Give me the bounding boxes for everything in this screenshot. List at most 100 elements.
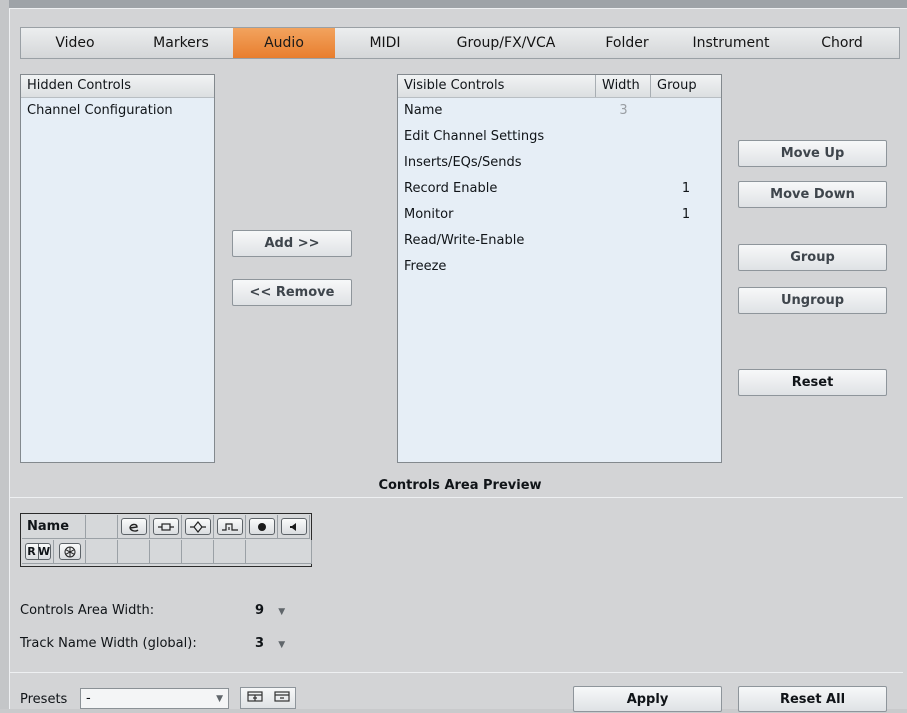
tab-audio[interactable]: Audio [233,28,335,58]
preview-name-label: Name [27,519,70,534]
inserts-icon [152,518,179,535]
read-enable-icon: R [24,543,38,560]
row-group[interactable] [651,228,721,254]
tab-folder[interactable]: Folder [577,28,677,58]
write-enable-icon: W [37,543,51,560]
controls-area-preview: Name RW [20,513,312,567]
preview-cell: RW [22,540,54,564]
preview-row-1: Name [22,515,310,539]
reset-button[interactable]: Reset [738,369,887,396]
column-header-group[interactable]: Group [651,75,721,97]
table-row[interactable]: Inserts/EQs/Sends [398,150,721,176]
preview-cell [246,515,278,539]
freeze-icon [58,543,81,560]
preview-empty-cell [86,515,118,539]
reset-all-button[interactable]: Reset All [738,686,887,712]
row-width[interactable] [596,202,651,228]
edit-channel-icon [120,518,147,535]
presets-dropdown[interactable]: - ▼ [80,688,229,709]
preview-cell [214,515,246,539]
preview-empty-cell [150,540,182,564]
read-label: R [27,545,36,558]
row-group[interactable] [651,124,721,150]
table-row[interactable]: Name 3 [398,98,721,124]
column-header-visible-controls[interactable]: Visible Controls [398,75,596,97]
table-row[interactable]: Freeze [398,254,721,280]
tab-midi[interactable]: MIDI [335,28,435,58]
table-row[interactable]: Edit Channel Settings [398,124,721,150]
table-row[interactable]: Monitor 1 [398,202,721,228]
presets-value: - [86,691,91,706]
row-name: Record Enable [404,181,498,196]
column-header-width[interactable]: Width [596,75,651,97]
move-down-label: Move Down [770,187,855,202]
row-width[interactable] [596,176,651,202]
preview-cell [118,515,150,539]
preview-row-2: RW [22,540,312,564]
row-name: Name [404,103,443,118]
row-group[interactable]: 1 [651,176,721,202]
visible-controls-header-row: Visible Controls Width Group [398,75,721,98]
row-width[interactable] [596,124,651,150]
record-enable-icon [248,518,275,535]
move-down-button[interactable]: Move Down [738,181,887,208]
row-width[interactable] [596,228,651,254]
preview-divider [10,497,903,498]
row-width[interactable] [596,150,651,176]
reset-all-label: Reset All [779,692,846,707]
controls-area-width-field[interactable]: 9 ▼ [255,603,295,621]
preview-cell [278,515,310,539]
tab-video[interactable]: Video [21,28,129,58]
hidden-controls-header: Hidden Controls [21,75,214,98]
move-up-label: Move Up [780,146,845,161]
track-name-width-value: 3 [255,636,265,651]
preset-actions [240,687,296,709]
list-item[interactable]: Channel Configuration [21,98,214,124]
move-up-button[interactable]: Move Up [738,140,887,167]
save-preset-icon[interactable] [246,690,263,706]
track-type-tab-bar: Video Markers Audio MIDI Group/FX/VCA Fo… [20,27,900,59]
track-name-width-field[interactable]: 3 ▼ [255,636,295,654]
preview-cell [182,515,214,539]
table-row[interactable]: Read/Write-Enable [398,228,721,254]
hidden-controls-list[interactable]: Hidden Controls Channel Configuration [20,74,215,463]
row-name: Monitor [404,207,454,222]
row-width[interactable] [596,254,651,280]
row-group[interactable] [651,98,721,124]
footer-divider [10,672,903,673]
controls-area-width-label: Controls Area Width: [20,603,155,618]
chevron-down-icon: ▼ [278,640,286,650]
remove-preset-icon[interactable] [273,690,290,706]
remove-button[interactable]: << Remove [232,279,352,306]
row-width[interactable]: 3 [596,98,651,124]
ungroup-button[interactable]: Ungroup [738,287,887,314]
write-label: W [37,545,51,558]
window-top-frame [0,0,907,8]
preview-empty-cell [86,540,118,564]
ungroup-label: Ungroup [780,293,845,308]
row-name: Freeze [404,259,447,274]
track-name-width-label: Track Name Width (global): [20,636,197,651]
row-group[interactable] [651,254,721,280]
add-button[interactable]: Add >> [232,230,352,257]
row-group[interactable]: 1 [651,202,721,228]
chevron-down-icon: ▼ [278,607,286,617]
remove-button-label: << Remove [249,285,335,300]
tab-instrument[interactable]: Instrument [677,28,785,58]
visible-controls-table[interactable]: Visible Controls Width Group Name 3 Edit … [397,74,722,463]
controls-area-width-value: 9 [255,603,265,618]
apply-button[interactable]: Apply [573,686,722,712]
preview-cell [54,540,86,564]
eq-icon [184,518,211,535]
tab-group-fx-vca[interactable]: Group/FX/VCA [435,28,577,58]
preview-empty-cell [246,540,312,564]
apply-label: Apply [626,692,669,707]
preview-empty-cell [182,540,214,564]
row-group[interactable] [651,150,721,176]
group-label: Group [790,250,835,265]
group-button[interactable]: Group [738,244,887,271]
tab-chord[interactable]: Chord [785,28,899,58]
add-button-label: Add >> [264,236,320,251]
table-row[interactable]: Record Enable 1 [398,176,721,202]
tab-markers[interactable]: Markers [129,28,233,58]
